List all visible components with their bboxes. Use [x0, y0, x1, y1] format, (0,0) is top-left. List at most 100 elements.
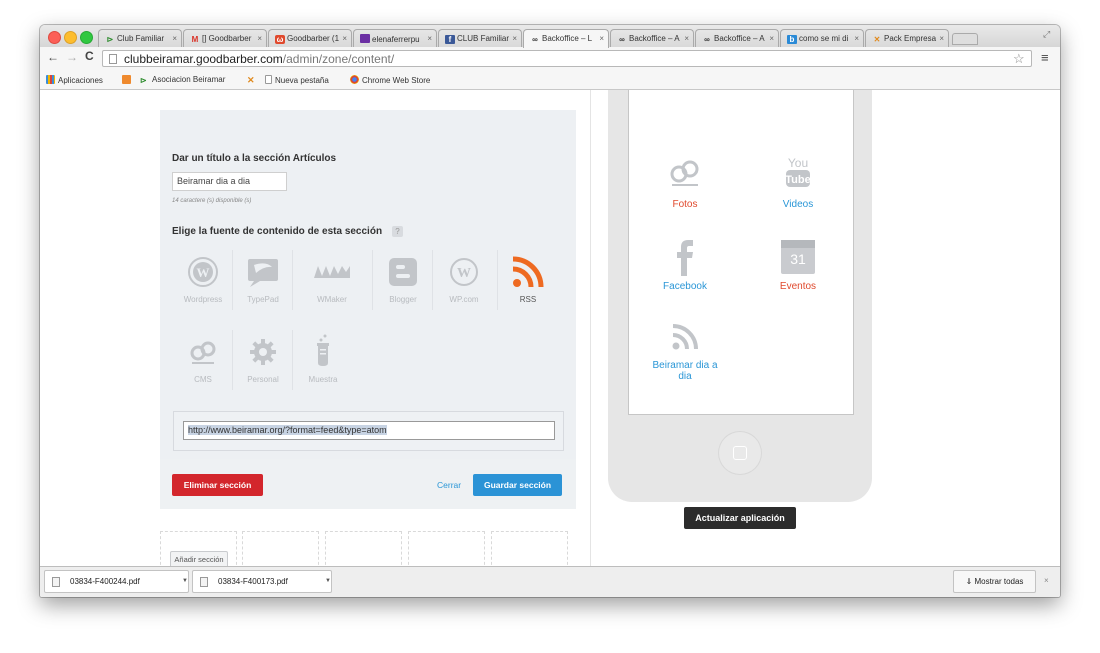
source-muestra[interactable]: Muestra: [293, 330, 353, 400]
section-slot: [408, 531, 485, 566]
typepad-icon: [248, 259, 278, 287]
bookmark-joomla[interactable]: ✕: [247, 75, 259, 85]
pack-icon: ✕: [873, 35, 881, 44]
section-slot: [491, 531, 568, 566]
tab-goodbarber[interactable]: ω Goodbarber (1 ×: [268, 29, 352, 47]
bookmark-asociacion-beiramar[interactable]: ⊳ Asociacion Beiramar: [140, 75, 225, 85]
beiramar-icon: ⊳: [140, 76, 147, 85]
download-item[interactable]: 03834-F400173.pdf ▼: [192, 570, 332, 593]
bookmark-aplicaciones[interactable]: Aplicaciones: [46, 75, 103, 85]
preview-app-beiramar[interactable]: Beiramar dia a dia: [635, 323, 735, 393]
joomla-icon: ✕: [247, 75, 255, 85]
goodbarber-logo-icon: ∞: [532, 35, 538, 44]
goodbarber-logo-icon: ∞: [704, 35, 710, 44]
svg-text:Tube: Tube: [785, 174, 810, 186]
save-section-button[interactable]: Guardar sección: [473, 474, 562, 496]
bookmark-nueva-pestana[interactable]: Nueva pestaña: [265, 75, 329, 85]
app-label: Beiramar dia a dia: [652, 360, 718, 382]
tab-close-icon[interactable]: ×: [599, 34, 604, 43]
show-all-downloads-button[interactable]: ⇓ Mostrar todas: [953, 570, 1036, 593]
close-download-bar-icon[interactable]: ×: [1044, 576, 1049, 585]
app-label: Fotos: [672, 199, 698, 210]
close-link[interactable]: Cerrar: [437, 480, 461, 490]
source-cms[interactable]: CMS: [173, 330, 233, 400]
feed-url-input[interactable]: http://www.beiramar.org/?format=feed&typ…: [183, 421, 555, 440]
zoom-window-button[interactable]: [80, 31, 93, 44]
source-label: TypePad: [247, 295, 279, 304]
preview-app-eventos[interactable]: 31 Eventos: [748, 240, 848, 300]
minimize-window-button[interactable]: [64, 31, 77, 44]
feed-url-container: http://www.beiramar.org/?format=feed&typ…: [173, 411, 564, 451]
tab-club-familiar[interactable]: ⊳ Club Familiar ×: [98, 29, 182, 47]
help-icon[interactable]: ?: [392, 226, 403, 237]
app-label: Eventos: [779, 281, 817, 292]
tab-backoffice-3[interactable]: ∞ Backoffice – A ×: [695, 29, 779, 47]
tab-backoffice-2[interactable]: ∞ Backoffice – A ×: [610, 29, 694, 47]
source-rss[interactable]: RSS: [498, 250, 558, 320]
gear-icon: [250, 339, 276, 365]
chevron-down-icon[interactable]: ▼: [325, 578, 331, 584]
tab-club-familiar-facebook[interactable]: f CLUB Familiar ×: [438, 29, 522, 47]
preview-app-facebook[interactable]: Facebook: [635, 238, 735, 298]
tab-pack-empresa[interactable]: ✕ Pack Empresa ×: [865, 29, 949, 47]
tab-close-icon[interactable]: ×: [854, 34, 859, 43]
source-blogger[interactable]: Blogger: [373, 250, 433, 320]
chevron-down-icon[interactable]: ▼: [182, 578, 188, 584]
tab-close-icon[interactable]: ×: [939, 34, 944, 43]
tab-close-icon[interactable]: ×: [512, 34, 517, 43]
address-bar[interactable]: clubbeiramar.goodbarber.com/admin/zone/c…: [102, 50, 1032, 67]
column-divider: [590, 90, 591, 566]
source-wmaker[interactable]: WMaker: [302, 250, 362, 320]
back-arrow-icon[interactable]: ←: [47, 50, 59, 64]
tab-close-icon[interactable]: ×: [257, 34, 262, 43]
close-window-button[interactable]: [48, 31, 61, 44]
source-label: WMaker: [317, 295, 347, 304]
tab-close-icon[interactable]: ×: [684, 34, 689, 43]
wpcom-icon: W: [450, 258, 478, 286]
tab-bing-search[interactable]: b como se mi di ×: [780, 29, 864, 47]
tab-close-icon[interactable]: ×: [427, 34, 432, 43]
tab-close-icon[interactable]: ×: [172, 34, 177, 43]
source-wordpress[interactable]: W Wordpress: [173, 250, 233, 320]
source-label: CMS: [194, 375, 212, 384]
source-typepad[interactable]: TypePad: [233, 250, 293, 320]
update-app-button[interactable]: Actualizar aplicación: [684, 507, 796, 529]
gmail-icon: M: [191, 35, 199, 44]
tab-gmail[interactable]: M[] Goodbarber ×: [183, 29, 267, 47]
forward-arrow-icon[interactable]: →: [66, 50, 78, 64]
bookmark-blank[interactable]: [122, 75, 134, 85]
delete-section-button[interactable]: Eliminar sección: [172, 474, 263, 496]
tab-close-icon[interactable]: ×: [342, 34, 347, 43]
preview-app-fotos[interactable]: Fotos: [635, 158, 735, 218]
bing-icon: b: [787, 35, 797, 44]
source-label: Muestra: [308, 375, 338, 384]
fullscreen-icon[interactable]: ⤢: [1043, 29, 1050, 40]
calendar-icon: 31: [781, 240, 815, 274]
bookmark-star-icon[interactable]: ☆: [1013, 51, 1025, 67]
yahoo-mail-icon: [360, 34, 370, 43]
download-bar: 03834-F400244.pdf ▼ 03834-F400173.pdf ▼ …: [40, 566, 1060, 597]
browser-window: ⊳ Club Familiar × M[] Goodbarber × ω Goodbar…: [40, 25, 1060, 597]
preview-app-videos[interactable]: You Tube Videos: [748, 155, 848, 215]
tab-yahoo-mail[interactable]: elenaferrerpu ×: [353, 29, 437, 47]
section-title-input[interactable]: Beiramar dia a dia: [172, 172, 287, 191]
add-section-button[interactable]: Añadir sección: [170, 551, 228, 566]
club-icon: ⊳: [106, 35, 114, 44]
section-title-label: Dar un título a la sección Artículos: [172, 153, 337, 164]
facebook-f-icon: [677, 240, 693, 276]
tab-backoffice-active[interactable]: ∞ Backoffice – L ×: [523, 29, 609, 48]
calendar-day: 31: [790, 251, 806, 267]
goodbarber-icon: ω: [275, 35, 285, 44]
source-label: RSS: [519, 295, 537, 304]
download-item[interactable]: 03834-F400244.pdf ▼: [44, 570, 189, 593]
reload-icon[interactable]: C: [85, 49, 94, 63]
new-tab-button[interactable]: [952, 33, 978, 45]
wmaker-icon: [314, 266, 350, 278]
page-content: Dar un título a la sección Artículos Bei…: [40, 90, 1060, 566]
source-wpcom[interactable]: W WP.com: [434, 250, 494, 320]
source-personal[interactable]: Personal: [233, 330, 293, 400]
tab-close-icon[interactable]: ×: [769, 34, 774, 43]
menu-icon[interactable]: ≡: [1041, 50, 1049, 65]
bookmark-chrome-web-store[interactable]: Chrome Web Store: [350, 75, 430, 85]
chrome-store-icon: [350, 75, 359, 84]
